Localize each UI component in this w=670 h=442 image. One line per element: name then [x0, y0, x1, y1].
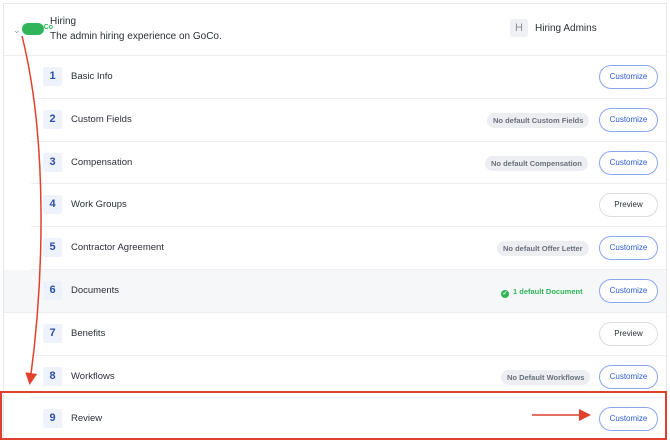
annotation-highlight-box	[0, 391, 667, 440]
step-number: 6	[43, 280, 62, 300]
status-badge: No Default Workflows	[501, 369, 591, 385]
step-number: 4	[43, 195, 62, 215]
status-badge: No default Compensation	[485, 155, 588, 171]
step-label: Workflows	[71, 370, 115, 382]
step-number: 3	[43, 152, 62, 172]
step-label: Work Groups	[71, 199, 127, 211]
status-badge: ✓ 1 default Document	[495, 284, 589, 299]
step-row-custom-fields: 2 Custom Fields No default Custom Fields…	[31, 99, 666, 142]
step-row-work-groups: 4 Work Groups Preview	[31, 184, 666, 228]
step-label: Custom Fields	[71, 113, 132, 125]
check-circle-icon: ✓	[501, 289, 509, 298]
workflow-header[interactable]: ⌄ GoCo Hiring The admin hiring experienc…	[4, 4, 666, 56]
customize-button[interactable]: Customize	[599, 150, 658, 175]
chevron-down-icon[interactable]: ⌄	[13, 25, 21, 36]
step-row-basic-info: 1 Basic Info Customize	[31, 56, 666, 99]
workflow-subtitle: The admin hiring experience on GoCo.	[50, 31, 222, 42]
step-label: Basic Info	[71, 71, 113, 82]
step-row-contractor-agreement: 5 Contractor Agreement No default Offer …	[31, 227, 666, 270]
workflow-title: Hiring	[50, 16, 77, 27]
steps-list: 1 Basic Info Customize 2 Custom Fields N…	[4, 56, 666, 441]
step-row-documents: 6 Documents ✓ 1 default Document Customiz…	[4, 269, 666, 313]
step-row-benefits: 7 Benefits Preview	[31, 313, 666, 356]
step-number: 5	[43, 238, 62, 258]
preview-button[interactable]: Preview	[599, 321, 658, 346]
step-number: 2	[43, 109, 62, 129]
step-label: Compensation	[71, 156, 133, 168]
customize-button[interactable]: Customize	[599, 107, 658, 132]
customize-button[interactable]: Customize	[599, 65, 658, 89]
step-number: 1	[43, 67, 62, 86]
step-number: 8	[43, 366, 62, 386]
hiring-workflow-panel: ⌄ GoCo Hiring The admin hiring experienc…	[3, 3, 667, 439]
customize-button[interactable]: Customize	[599, 364, 658, 389]
customize-button[interactable]: Customize	[599, 278, 658, 303]
customize-button[interactable]: Customize	[599, 236, 658, 261]
status-badge: No default Offer Letter	[497, 241, 589, 257]
step-label: Documents	[71, 284, 120, 296]
step-number: 7	[43, 323, 62, 343]
preview-button[interactable]: Preview	[599, 193, 658, 218]
badge-text: 1 default Document	[513, 286, 583, 296]
step-label: Contractor Agreement	[71, 242, 164, 254]
step-row-compensation: 3 Compensation No default Compensation C…	[31, 142, 666, 185]
owner-name: Hiring Admins	[535, 23, 597, 34]
status-badge: No default Custom Fields	[487, 112, 590, 128]
owner-avatar: H	[510, 19, 528, 37]
step-label: Benefits	[71, 327, 106, 339]
